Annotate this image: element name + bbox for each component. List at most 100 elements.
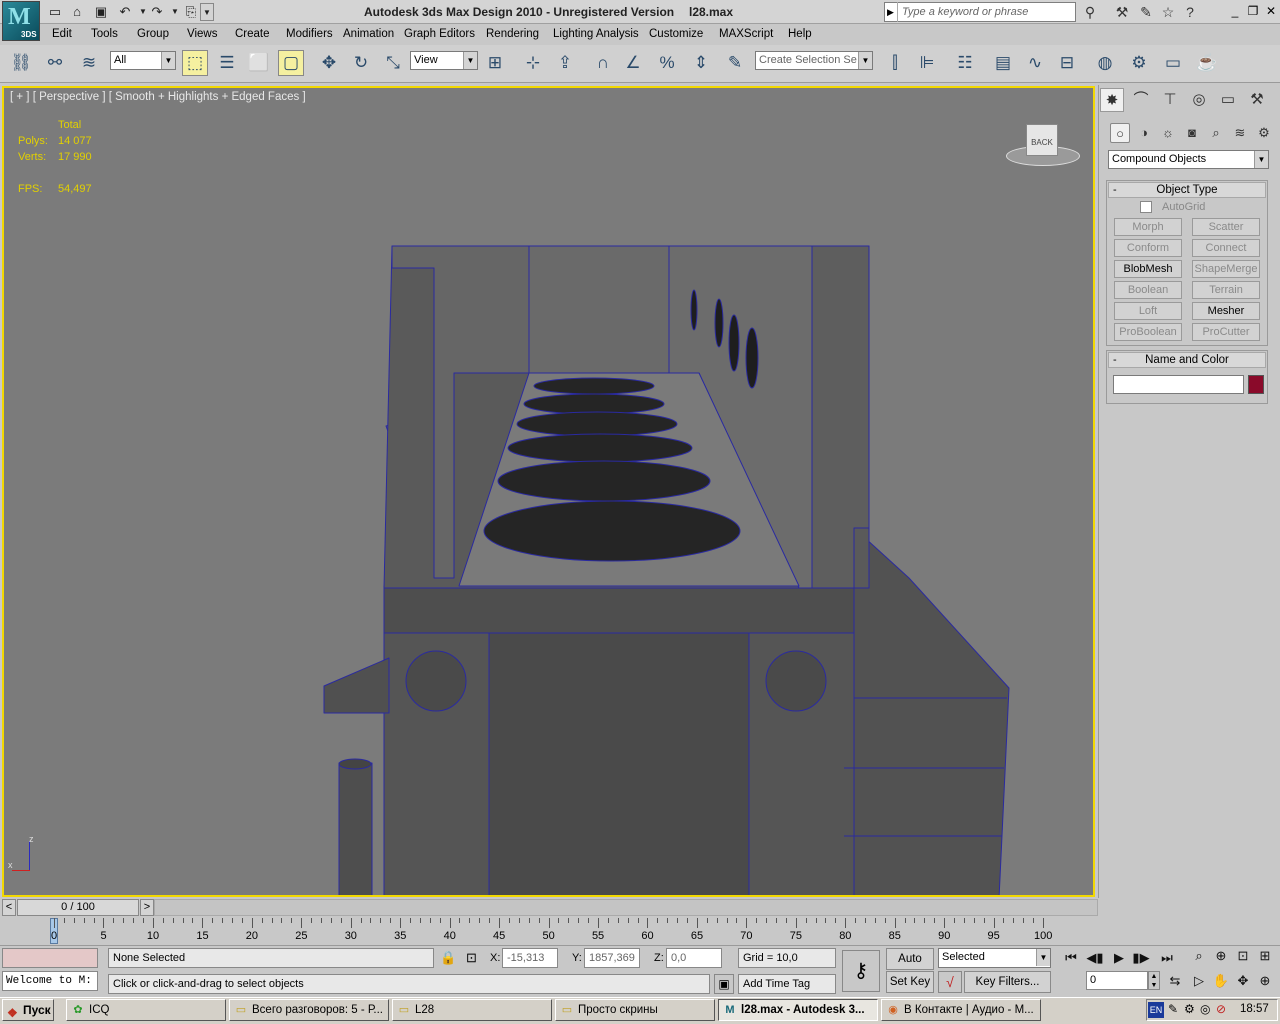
quick-access-dropdown-icon[interactable]: ▼	[200, 3, 214, 21]
previous-frame-icon[interactable]: ◀▮	[1084, 948, 1106, 968]
proboolean-button[interactable]: ProBoolean	[1114, 323, 1182, 341]
unlink-selection-icon[interactable]: ⚯	[42, 50, 68, 76]
boolean-button[interactable]: Boolean	[1114, 281, 1182, 299]
name-color-header[interactable]: - Name and Color	[1108, 352, 1266, 368]
set-key-button[interactable]: Set Key	[886, 971, 934, 993]
display-tab-icon[interactable]: ▭	[1216, 88, 1240, 112]
app-logo-button[interactable]: M 3DS	[2, 1, 40, 41]
time-config-icon[interactable]: ▷	[1188, 971, 1210, 991]
menu-maxscript[interactable]: MAXScript	[719, 28, 773, 40]
next-frame-icon[interactable]: ▮▶	[1130, 948, 1152, 968]
graphite-ribbon-icon[interactable]: ▤	[990, 50, 1016, 76]
menu-group[interactable]: Group	[137, 28, 169, 40]
menu-graph-editors[interactable]: Graph Editors	[404, 28, 475, 40]
menu-tools[interactable]: Tools	[91, 28, 118, 40]
save-file-icon[interactable]: ▣	[92, 3, 110, 21]
time-next-button[interactable]: >	[140, 899, 154, 916]
viewport-label[interactable]: [ + ] [ Perspective ] [ Smooth + Highlig…	[10, 91, 306, 103]
zoom-all-icon[interactable]: ⊕	[1210, 946, 1232, 966]
shapemerge-button[interactable]: ShapeMerge	[1192, 260, 1260, 278]
menu-edit[interactable]: Edit	[52, 28, 72, 40]
select-and-move-icon[interactable]: ✥	[316, 50, 342, 76]
maxscript-listener[interactable]: Welcome to M:	[2, 971, 98, 991]
helpers-category-icon[interactable]: ⌕	[1206, 123, 1226, 143]
conform-button[interactable]: Conform	[1114, 239, 1182, 257]
maximize-viewport-icon[interactable]: ⊕	[1254, 971, 1276, 991]
task-browser[interactable]: ◉ В Контакте | Аудио - М...	[881, 999, 1041, 1021]
render-setup-icon[interactable]: ⚙	[1126, 50, 1152, 76]
go-to-start-icon[interactable]: ⏮	[1060, 948, 1082, 968]
key-mode-toggle-icon[interactable]: ⇆	[1164, 971, 1186, 991]
language-indicator[interactable]: EN	[1148, 1002, 1164, 1018]
search-expand-icon[interactable]: ▶	[884, 2, 898, 22]
restore-icon[interactable]: ❐	[1244, 3, 1262, 19]
spacewarps-category-icon[interactable]: ≋	[1230, 123, 1250, 143]
tray-antivirus-icon[interactable]: ⊘	[1216, 1002, 1226, 1016]
zoom-icon[interactable]: ⌕	[1188, 946, 1210, 966]
minimize-icon[interactable]: _	[1226, 3, 1244, 19]
tray-app-icon[interactable]: ◎	[1200, 1002, 1210, 1016]
geometry-category-icon[interactable]: ○	[1110, 123, 1130, 143]
play-icon[interactable]: ▶	[1108, 948, 1130, 968]
align-icon[interactable]: ⊫	[914, 50, 940, 76]
window-crossing-icon[interactable]: ▢	[278, 50, 304, 76]
mirror-icon[interactable]: ⫿	[882, 50, 908, 76]
procutter-button[interactable]: ProCutter	[1192, 323, 1260, 341]
project-folder-icon[interactable]: ⎘	[182, 3, 200, 21]
x-coordinate-field[interactable]: -15,313	[502, 948, 558, 968]
key-filters-button[interactable]: Key Filters...	[964, 971, 1051, 993]
set-key-big-icon[interactable]: ⚷	[842, 950, 880, 992]
y-coordinate-field[interactable]: 1857,369	[584, 948, 640, 968]
object-type-header[interactable]: - Object Type	[1108, 182, 1266, 198]
cameras-category-icon[interactable]: ◙	[1182, 123, 1202, 143]
task-icq[interactable]: ✿ ICQ	[66, 999, 226, 1021]
zoom-extents-all-icon[interactable]: ⊞	[1254, 946, 1276, 966]
morph-button[interactable]: Morph	[1114, 218, 1182, 236]
autogrid-checkbox[interactable]	[1140, 201, 1152, 213]
select-object-icon[interactable]: ⬚	[182, 50, 208, 76]
menu-lighting-analysis[interactable]: Lighting Analysis	[553, 28, 639, 40]
frame-spinner-icon[interactable]: ▲ ▼	[1148, 971, 1160, 990]
subscription-icon[interactable]: ⚒	[1112, 3, 1132, 21]
connect-button[interactable]: Connect	[1192, 239, 1260, 257]
close-icon[interactable]: ✕	[1262, 3, 1280, 19]
go-to-end-icon[interactable]: ⏭	[1156, 948, 1178, 968]
perspective-viewport[interactable]: [ + ] [ Perspective ] [ Smooth + Highlig…	[2, 86, 1095, 897]
lights-category-icon[interactable]: ☼	[1158, 123, 1178, 143]
new-file-icon[interactable]: ▭	[46, 3, 64, 21]
keyboard-shortcut-override-icon[interactable]: ⇪	[552, 50, 578, 76]
tray-volume-icon[interactable]: ⚙	[1184, 1002, 1195, 1016]
utilities-tab-icon[interactable]: ⚒	[1245, 88, 1269, 112]
maxscript-listener-pink[interactable]	[2, 948, 98, 968]
rendered-frame-icon[interactable]: ▭	[1160, 50, 1186, 76]
auto-key-button[interactable]: Auto Key	[886, 948, 934, 985]
scatter-button[interactable]: Scatter	[1192, 218, 1260, 236]
menu-create[interactable]: Create	[235, 28, 270, 40]
terrain-button[interactable]: Terrain	[1192, 281, 1260, 299]
selection-lock-icon[interactable]: 🔒	[440, 950, 456, 966]
open-file-icon[interactable]: ⌂	[68, 3, 86, 21]
menu-modifiers[interactable]: Modifiers	[286, 28, 333, 40]
named-selection-dropdown[interactable]: Create Selection Se ▼	[755, 51, 873, 70]
rectangular-selection-icon[interactable]: ⬜	[246, 50, 272, 76]
start-button[interactable]: ❖ Пуск	[2, 999, 54, 1021]
orbit-icon[interactable]: ✥	[1232, 971, 1254, 991]
schematic-view-icon[interactable]: ⊟	[1054, 50, 1080, 76]
menu-customize[interactable]: Customize	[649, 28, 703, 40]
snaps-toggle-icon[interactable]: ∩	[590, 50, 616, 76]
menu-views[interactable]: Views	[187, 28, 217, 40]
select-manipulate-icon[interactable]: ⊹	[520, 50, 546, 76]
edit-named-selection-icon[interactable]: ✎	[722, 50, 748, 76]
hierarchy-tab-icon[interactable]: ⊤	[1158, 88, 1182, 112]
menu-help[interactable]: Help	[788, 28, 812, 40]
loft-button[interactable]: Loft	[1114, 302, 1182, 320]
viewcube[interactable]: BACK	[1026, 124, 1058, 156]
bind-space-warp-icon[interactable]: ≋	[76, 50, 102, 76]
time-prev-button[interactable]: <	[2, 899, 16, 916]
communication-icon[interactable]: ✎	[1136, 3, 1156, 21]
menu-animation[interactable]: Animation	[343, 28, 394, 40]
shapes-category-icon[interactable]: ◑	[1134, 123, 1154, 143]
field-of-view-icon[interactable]: ✋	[1210, 971, 1232, 991]
favorites-star-icon[interactable]: ☆	[1158, 3, 1178, 21]
select-and-link-icon[interactable]: ⛓	[8, 50, 34, 76]
